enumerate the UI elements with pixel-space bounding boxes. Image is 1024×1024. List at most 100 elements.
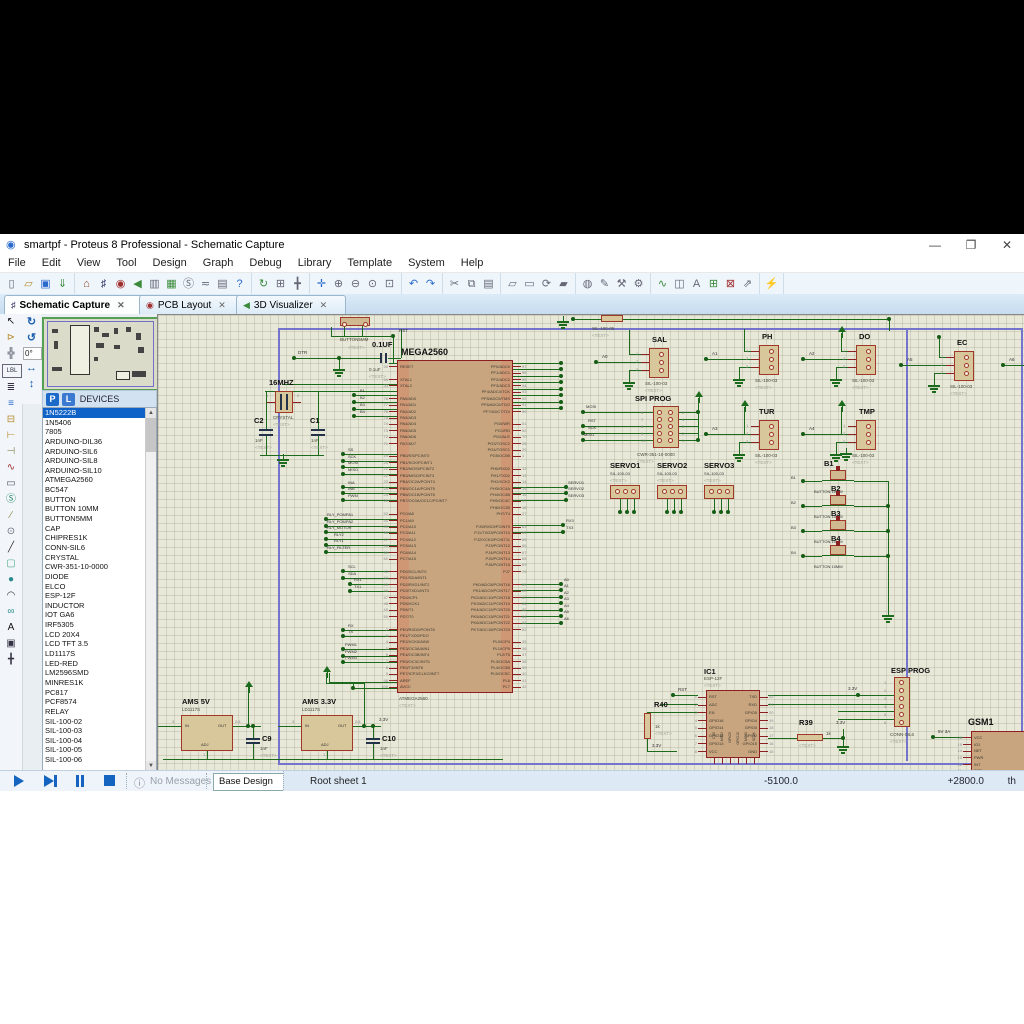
design-explorer-button[interactable]: ▦ bbox=[163, 276, 180, 293]
device-item[interactable]: LED-RED bbox=[43, 659, 156, 669]
wire[interactable] bbox=[388, 358, 401, 359]
wire[interactable] bbox=[326, 683, 364, 684]
tab-pcb-layout[interactable]: ◉PCB Layout✕ bbox=[139, 295, 245, 314]
device-item[interactable]: CAP bbox=[43, 524, 156, 534]
device-item[interactable]: SIL-100-03 bbox=[43, 726, 156, 736]
device-item[interactable]: BC547 bbox=[43, 485, 156, 495]
symbol-2d-icon[interactable]: ▣ bbox=[2, 636, 20, 652]
close-button[interactable]: ✕ bbox=[992, 236, 1022, 254]
wire[interactable] bbox=[706, 359, 751, 360]
line-2d-icon[interactable]: ╱ bbox=[2, 540, 20, 556]
wire-autorouter-button[interactable]: ∿ bbox=[654, 276, 671, 293]
subcircuit-mode-icon[interactable]: ⊟ bbox=[2, 412, 20, 428]
wire[interactable] bbox=[803, 556, 822, 557]
wire[interactable] bbox=[934, 373, 946, 374]
device-item[interactable]: SIL-100-04 bbox=[43, 736, 156, 746]
electrical-rule-check-button[interactable]: ⚡ bbox=[763, 276, 780, 293]
mirror-vertical-button[interactable]: ↕ bbox=[23, 377, 40, 392]
rotation-angle-field[interactable]: 0° bbox=[23, 347, 42, 360]
device-item[interactable]: BUTTON5MM bbox=[43, 514, 156, 524]
wire[interactable] bbox=[768, 738, 797, 739]
device-item[interactable]: SIL-100-06 bbox=[43, 755, 156, 765]
terminals-mode-icon[interactable]: ⊢ bbox=[2, 428, 20, 444]
wire[interactable] bbox=[1003, 365, 1024, 366]
goto-sheet-button[interactable]: ⇗ bbox=[739, 276, 756, 293]
save-file-button[interactable]: ▣ bbox=[37, 276, 54, 293]
device-item[interactable]: LD1117S bbox=[43, 649, 156, 659]
undo-button[interactable]: ↶ bbox=[405, 276, 422, 293]
tab-close-icon[interactable]: ✕ bbox=[320, 300, 328, 311]
device-item[interactable]: BUTTON 10MM bbox=[43, 504, 156, 514]
text-2d-icon[interactable]: A bbox=[2, 620, 20, 636]
wire[interactable] bbox=[768, 704, 894, 705]
wire[interactable] bbox=[698, 398, 699, 440]
wire[interactable] bbox=[353, 726, 381, 727]
tab-close-icon[interactable]: ✕ bbox=[218, 300, 226, 311]
wire[interactable] bbox=[744, 329, 745, 351]
device-item[interactable]: LCD TFT 3.5 bbox=[43, 639, 156, 649]
current-probe-mode-icon[interactable]: ⊙ bbox=[2, 524, 20, 540]
zoom-out-button[interactable]: ⊖ bbox=[347, 276, 364, 293]
minimize-button[interactable]: — bbox=[920, 236, 950, 254]
3d-visualizer-button[interactable]: ◀ bbox=[129, 276, 146, 293]
scroll-thumb[interactable] bbox=[146, 418, 156, 452]
wire[interactable] bbox=[854, 506, 888, 507]
crystal-16mhz[interactable] bbox=[275, 391, 293, 413]
wire[interactable] bbox=[278, 726, 301, 727]
wire[interactable] bbox=[393, 336, 394, 363]
device-item[interactable]: 1N5406 bbox=[43, 418, 156, 428]
menu-library[interactable]: Library bbox=[290, 256, 340, 270]
device-item[interactable]: CONN-SIL6 bbox=[43, 543, 156, 553]
device-item[interactable]: PCF8574 bbox=[43, 697, 156, 707]
sil-100-05-connector[interactable] bbox=[601, 315, 623, 322]
design-tools-button[interactable]: ⚒ bbox=[613, 276, 630, 293]
search-tag-button[interactable]: ◫ bbox=[671, 276, 688, 293]
menu-debug[interactable]: Debug bbox=[241, 256, 289, 270]
wire[interactable] bbox=[513, 363, 561, 364]
tab-schematic-capture[interactable]: ♯Schematic Capture✕ bbox=[4, 295, 148, 314]
paste-button[interactable]: ▤ bbox=[480, 276, 497, 293]
push-button[interactable] bbox=[830, 470, 846, 480]
tab-close-icon[interactable]: ✕ bbox=[117, 300, 125, 311]
device-item[interactable]: CRYSTAL bbox=[43, 553, 156, 563]
wire[interactable] bbox=[854, 556, 888, 557]
wire[interactable] bbox=[629, 354, 641, 355]
mirror-horizontal-button[interactable]: ↔ bbox=[23, 361, 40, 376]
schematic-canvas[interactable]: BUTTON5MM<TEXT>0.1UF0.1uF<TEXT>DTRRSTMEG… bbox=[157, 314, 1024, 772]
tab-3d-visualizer[interactable]: ◀3D Visualizer✕ bbox=[236, 295, 346, 314]
push-button[interactable] bbox=[830, 520, 846, 530]
toggle-grid-button[interactable]: ⊞ bbox=[272, 276, 289, 293]
wire[interactable] bbox=[513, 382, 561, 383]
step-button[interactable] bbox=[44, 775, 57, 787]
import-file-button[interactable]: ⇓ bbox=[54, 276, 71, 293]
device-item[interactable]: ATMEGA2560 bbox=[43, 475, 156, 485]
wire[interactable] bbox=[364, 683, 365, 726]
false-origin-button[interactable]: ╋ bbox=[289, 276, 306, 293]
device-item[interactable]: 7805 bbox=[43, 427, 156, 437]
new-root-sheet-button[interactable]: ⊞ bbox=[705, 276, 722, 293]
pan-button[interactable]: ✛ bbox=[313, 276, 330, 293]
device-item[interactable]: SIL-100-05 bbox=[43, 745, 156, 755]
wire[interactable] bbox=[854, 531, 888, 532]
wire-label-mode-icon[interactable]: LBL bbox=[2, 364, 22, 378]
wire[interactable] bbox=[739, 367, 751, 368]
schematic-capture-button[interactable]: ♯ bbox=[95, 276, 112, 293]
wire[interactable] bbox=[207, 751, 208, 759]
copy-button[interactable]: ⧉ bbox=[463, 276, 480, 293]
device-item[interactable]: 1N5222B bbox=[43, 408, 156, 418]
new-sheet-button[interactable]: ▤ bbox=[214, 276, 231, 293]
wire[interactable] bbox=[939, 337, 940, 357]
wire[interactable] bbox=[803, 359, 848, 360]
redo-button[interactable]: ↷ bbox=[422, 276, 439, 293]
wire[interactable] bbox=[647, 739, 648, 751]
device-item[interactable]: RELAY bbox=[43, 707, 156, 717]
redraw-button[interactable]: ↻ bbox=[255, 276, 272, 293]
devices-list[interactable]: 1N5222B1N54067805ARDUINO-DIL36ARDUINO-SI… bbox=[42, 407, 157, 772]
pcb-layout-button[interactable]: ◉ bbox=[112, 276, 129, 293]
selection-mode-icon[interactable]: ↖ bbox=[2, 314, 20, 330]
block-rotate-button[interactable]: ⟳ bbox=[538, 276, 555, 293]
device-item[interactable]: IRF5305 bbox=[43, 620, 156, 630]
wire[interactable] bbox=[158, 726, 181, 727]
menu-system[interactable]: System bbox=[400, 256, 453, 270]
device-item[interactable]: ARDUINO-SIL10 bbox=[43, 466, 156, 476]
